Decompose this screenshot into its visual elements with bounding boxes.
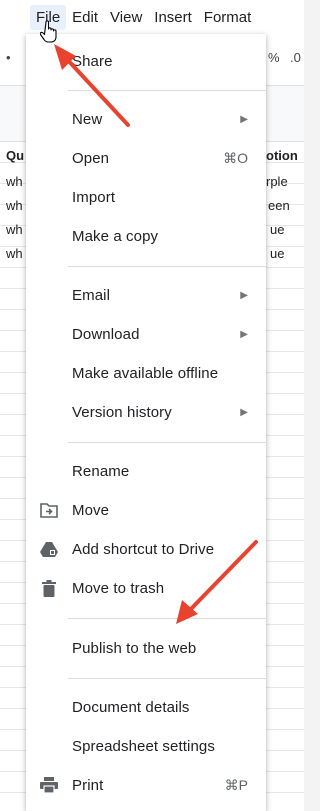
menu-item-make-copy[interactable]: Make a copy — [26, 217, 266, 255]
toolbar-glyph: • — [6, 50, 11, 65]
menu-divider — [68, 618, 266, 619]
submenu-arrow-icon: ▶ — [240, 406, 248, 418]
menu-item-label: Rename — [72, 462, 130, 480]
menu-divider — [68, 266, 266, 267]
menu-item-share[interactable]: Share — [26, 42, 266, 80]
submenu-arrow-icon: ▶ — [240, 328, 248, 340]
menu-item-label: Print — [72, 776, 104, 794]
menu-item-email[interactable]: Email ▶ — [26, 276, 266, 314]
grid-left-header[interactable]: Qu — [6, 148, 24, 163]
menu-item-label: Make available offline — [72, 364, 219, 382]
grid-cell[interactable]: wh — [6, 198, 23, 213]
menu-insert[interactable]: Insert — [148, 5, 198, 30]
menu-item-offline[interactable]: Make available offline — [26, 354, 266, 392]
menu-item-document-details[interactable]: Document details — [26, 688, 266, 726]
menu-item-spreadsheet-settings[interactable]: Spreadsheet settings — [26, 727, 266, 765]
submenu-arrow-icon: ▶ — [240, 289, 248, 301]
menu-item-label: Move to trash — [72, 579, 165, 597]
menu-item-label: New — [72, 110, 103, 128]
menu-format[interactable]: Format — [198, 5, 258, 30]
menu-divider — [68, 90, 266, 91]
menu-item-label: Download — [72, 325, 140, 343]
menu-item-label: Move — [72, 501, 110, 519]
menu-item-label: Spreadsheet settings — [72, 737, 215, 755]
menu-item-add-shortcut[interactable]: Add shortcut to Drive — [26, 530, 266, 568]
menu-divider — [68, 678, 266, 679]
grid-cell[interactable]: een — [268, 198, 290, 213]
menu-item-label: Email — [72, 286, 111, 304]
menu-item-publish-web[interactable]: Publish to the web — [26, 629, 266, 667]
submenu-arrow-icon: ▶ — [240, 113, 248, 125]
menu-item-version-history[interactable]: Version history ▶ — [26, 393, 266, 431]
menu-item-move[interactable]: Move — [26, 491, 266, 529]
menu-item-move-to-trash[interactable]: Move to trash — [26, 569, 266, 607]
shortcut-hint: ⌘O — [223, 149, 248, 166]
decimal-format-button[interactable]: .0 — [290, 50, 301, 65]
menu-item-label: Share — [72, 52, 113, 70]
grid-cell[interactable]: wh — [6, 246, 23, 261]
menu-item-label: Publish to the web — [72, 639, 197, 657]
menu-item-label: Add shortcut to Drive — [72, 540, 215, 558]
menu-item-import[interactable]: Import — [26, 178, 266, 216]
menu-divider — [68, 442, 266, 443]
grid-cell[interactable]: wh — [6, 174, 23, 189]
grid-cell[interactable]: rple — [266, 174, 288, 189]
printer-icon — [40, 776, 58, 794]
menu-item-label: Version history — [72, 403, 172, 421]
menu-item-print[interactable]: Print ⌘P — [26, 766, 266, 804]
grid-cell[interactable]: ue — [270, 222, 284, 237]
grid-cell[interactable]: ue — [270, 246, 284, 261]
menu-item-label: Make a copy — [72, 227, 159, 245]
grid-cell[interactable]: wh — [6, 222, 23, 237]
grid-right-header[interactable]: otion — [266, 148, 298, 163]
menu-item-new[interactable]: New ▶ — [26, 100, 266, 138]
shortcut-hint: ⌘P — [224, 776, 248, 793]
menu-item-label: Open — [72, 149, 110, 167]
percent-format-button[interactable]: % — [268, 50, 280, 65]
menu-item-rename[interactable]: Rename — [26, 452, 266, 490]
hand-cursor-icon — [39, 20, 58, 44]
menu-view[interactable]: View — [104, 5, 148, 30]
menu-item-label: Import — [72, 188, 116, 206]
drive-shortcut-icon — [40, 540, 58, 558]
trash-icon — [40, 579, 58, 597]
menu-item-download[interactable]: Download ▶ — [26, 315, 266, 353]
move-to-folder-icon — [40, 501, 58, 519]
menu-item-label: Document details — [72, 698, 190, 716]
menu-edit[interactable]: Edit — [66, 5, 104, 30]
file-menu: Share New ▶ Open ⌘O Import Make a copy E… — [26, 34, 266, 811]
menu-item-open[interactable]: Open ⌘O — [26, 139, 266, 177]
